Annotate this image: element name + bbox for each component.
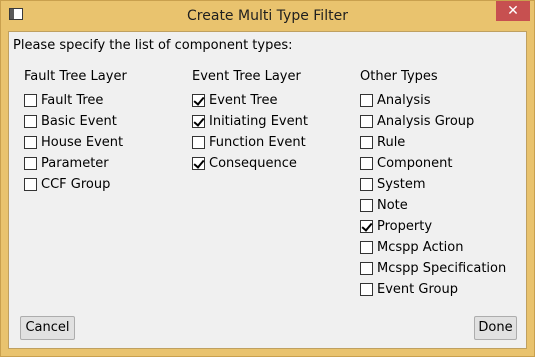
checkbox-label: Analysis bbox=[377, 93, 431, 108]
checkbox-label: CCF Group bbox=[41, 177, 111, 192]
checkbox-house-event[interactable]: House Event bbox=[24, 132, 127, 153]
checkbox-basic-event[interactable]: Basic Event bbox=[24, 111, 127, 132]
checkbox-rule[interactable]: Rule bbox=[360, 132, 506, 153]
checkbox-fault-tree[interactable]: Fault Tree bbox=[24, 90, 127, 111]
other-types-column: Other Types Analysis Analysis Group Rule… bbox=[360, 69, 506, 300]
checkbox-box[interactable] bbox=[360, 136, 373, 149]
checkbox-label: Parameter bbox=[41, 156, 109, 171]
checkbox-system[interactable]: System bbox=[360, 174, 506, 195]
checkbox-box[interactable] bbox=[360, 157, 373, 170]
checkbox-box[interactable] bbox=[360, 94, 373, 107]
checkbox-box[interactable] bbox=[24, 157, 37, 170]
column-header: Other Types bbox=[360, 69, 438, 84]
checkbox-property[interactable]: Property bbox=[360, 216, 506, 237]
checkbox-box[interactable] bbox=[192, 136, 205, 149]
checkbox-box[interactable] bbox=[360, 283, 373, 296]
checkbox-label: Component bbox=[377, 156, 453, 171]
checkbox-ccf-group[interactable]: CCF Group bbox=[24, 174, 127, 195]
checkbox-initiating-event[interactable]: Initiating Event bbox=[192, 111, 308, 132]
checkbox-label: Initiating Event bbox=[209, 114, 308, 129]
checkbox-box[interactable] bbox=[24, 178, 37, 191]
checkbox-mcspp-action[interactable]: Mcspp Action bbox=[360, 237, 506, 258]
dialog-window: Create Multi Type Filter ✕ Please specif… bbox=[0, 0, 535, 357]
checkbox-label: Consequence bbox=[209, 156, 297, 171]
done-button[interactable]: Done bbox=[474, 316, 517, 340]
column-header: Event Tree Layer bbox=[192, 69, 301, 84]
checkbox-component[interactable]: Component bbox=[360, 153, 506, 174]
checkbox-box[interactable] bbox=[24, 94, 37, 107]
checkbox-label: House Event bbox=[41, 135, 124, 150]
window-title: Create Multi Type Filter bbox=[187, 8, 348, 24]
checkbox-label: Rule bbox=[377, 135, 406, 150]
instruction-text: Please specify the list of component typ… bbox=[13, 38, 293, 53]
checkbox-analysis[interactable]: Analysis bbox=[360, 90, 506, 111]
checkbox-label: Analysis Group bbox=[377, 114, 475, 129]
close-button[interactable]: ✕ bbox=[496, 1, 530, 21]
checkbox-box[interactable] bbox=[360, 199, 373, 212]
checkbox-parameter[interactable]: Parameter bbox=[24, 153, 127, 174]
checkbox-box[interactable] bbox=[192, 94, 205, 107]
dialog-content: Please specify the list of component typ… bbox=[8, 31, 527, 349]
checkbox-label: System bbox=[377, 177, 426, 192]
checkbox-label: Basic Event bbox=[41, 114, 117, 129]
event-tree-layer-column: Event Tree Layer Event Tree Initiating E… bbox=[192, 69, 308, 174]
checkbox-event-group[interactable]: Event Group bbox=[360, 279, 506, 300]
checkbox-label: Event Group bbox=[377, 282, 458, 297]
checkbox-label: Note bbox=[377, 198, 408, 213]
checkbox-label: Mcspp Specification bbox=[377, 261, 507, 276]
checkbox-box[interactable] bbox=[24, 115, 37, 128]
checkbox-analysis-group[interactable]: Analysis Group bbox=[360, 111, 506, 132]
fault-tree-layer-column: Fault Tree Layer Fault Tree Basic Event … bbox=[24, 69, 127, 195]
checkbox-box[interactable] bbox=[360, 178, 373, 191]
column-header: Fault Tree Layer bbox=[24, 69, 127, 84]
checkbox-box[interactable] bbox=[360, 220, 373, 233]
checkbox-box[interactable] bbox=[192, 115, 205, 128]
checkbox-box[interactable] bbox=[192, 157, 205, 170]
checkbox-label: Fault Tree bbox=[41, 93, 104, 108]
cancel-button[interactable]: Cancel bbox=[20, 316, 75, 340]
checkbox-label: Event Tree bbox=[209, 93, 278, 108]
checkbox-function-event[interactable]: Function Event bbox=[192, 132, 308, 153]
checkbox-event-tree[interactable]: Event Tree bbox=[192, 90, 308, 111]
checkbox-box[interactable] bbox=[360, 262, 373, 275]
checkbox-mcspp-specification[interactable]: Mcspp Specification bbox=[360, 258, 506, 279]
checkbox-note[interactable]: Note bbox=[360, 195, 506, 216]
title-bar[interactable]: Create Multi Type Filter ✕ bbox=[1, 1, 534, 31]
checkbox-box[interactable] bbox=[24, 136, 37, 149]
checkbox-label: Mcspp Action bbox=[377, 240, 464, 255]
checkbox-label: Function Event bbox=[209, 135, 306, 150]
checkbox-box[interactable] bbox=[360, 115, 373, 128]
checkbox-box[interactable] bbox=[360, 241, 373, 254]
checkbox-label: Property bbox=[377, 219, 433, 234]
checkbox-consequence[interactable]: Consequence bbox=[192, 153, 308, 174]
